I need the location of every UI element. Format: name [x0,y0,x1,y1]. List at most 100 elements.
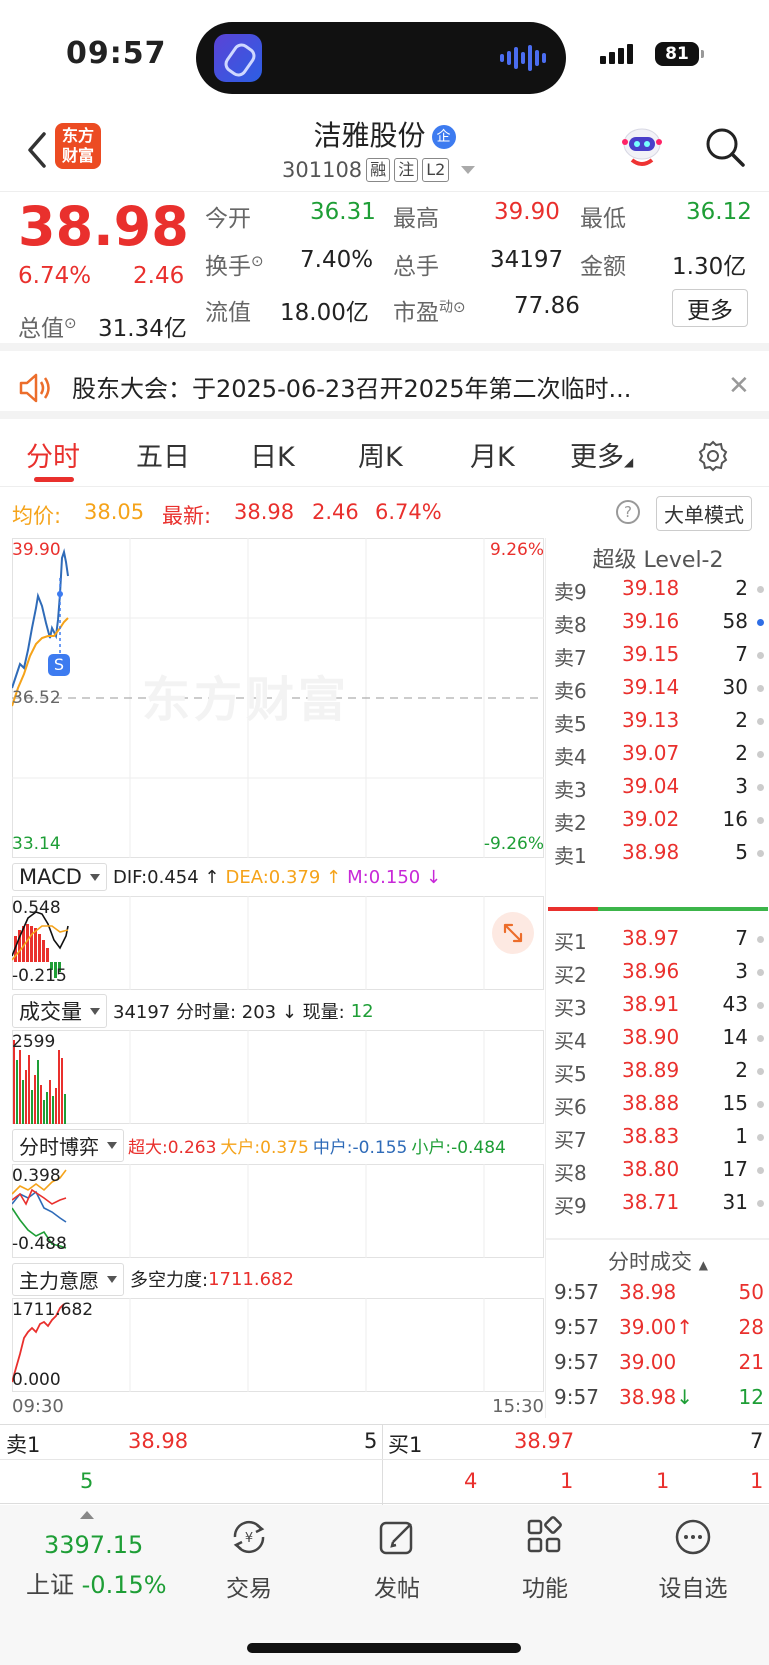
stock-header: 东方 财富 洁雅股份企 301108 融 注 L2 [0,110,769,192]
more-button[interactable]: 更多 [672,289,748,327]
tab-intraday[interactable]: 分时 [26,435,80,474]
macd-dea: DEA:0.379 ↑ [225,866,342,888]
trade-row[interactable]: 9:57 38.98 50 [554,1280,766,1314]
bid-row[interactable]: 买1 38.97 7 [554,926,766,960]
bid1-detail-4: 1 [750,1469,764,1493]
level-volume: 31 [722,1190,748,1214]
nav-trade[interactable]: ¥ 交易 [194,1515,304,1603]
nav-post[interactable]: 发帖 [342,1515,452,1603]
trade-time: 9:57 [554,1280,599,1304]
trades-title[interactable]: 分时成交 ▲ [546,1246,769,1276]
turnover-label[interactable]: 换手⊙ [205,247,264,281]
pe-label[interactable]: 市盈动⊙ [393,293,466,327]
pct-high-label: 9.26% [489,540,544,560]
tab-monthly-k[interactable]: 月K [470,435,515,474]
volume-selector[interactable]: 成交量 [12,994,107,1028]
trade-volume: 50 [738,1280,764,1304]
order-book[interactable]: 超级 Level-2 卖9 39.18 2 卖8 39.16 58 卖7 39.15 7 卖6 39… [545,538,769,1418]
ask-row[interactable]: 卖3 39.04 3 [554,774,766,808]
expand-icon[interactable] [492,912,534,954]
bid-row[interactable]: 买9 38.71 31 [554,1190,766,1224]
nav-watchlist[interactable]: 设自选 [638,1515,748,1603]
order-dot [757,936,764,943]
low-label: 最低 [580,206,626,232]
tab-weekly-k[interactable]: 周K [358,435,403,474]
stock-code-row[interactable]: 301108 融 注 L2 [282,158,476,182]
level-price: 39.13 [622,708,680,732]
settings-icon[interactable] [696,439,730,473]
robot-icon[interactable] [618,124,666,170]
trade-row[interactable]: 9:57 39.00 21 [554,1350,766,1384]
chart-tabs: 分时 五日 日K 周K 月K 更多◢ [0,425,769,487]
bid1-price: 38.97 [514,1429,575,1453]
index-ticker[interactable]: 上证 -0.15% [26,1565,167,1600]
close-icon[interactable]: ✕ [728,371,750,401]
ask-row[interactable]: 卖8 39.16 58 [554,609,766,643]
order-dot [757,685,764,692]
game-big: 大户:0.375 [220,1137,309,1158]
open-value: 36.31 [310,199,376,225]
trade-time: 9:57 [554,1385,599,1409]
volume-info: 34197 分时量: 203 ↓ 现量: [113,1002,345,1023]
level-price: 38.96 [622,959,680,983]
trade-row[interactable]: 9:57 39.00↑ 28 [554,1315,766,1349]
level-label: 买8 [554,1161,587,1185]
ask-row[interactable]: 卖4 39.07 2 [554,741,766,775]
bid-row[interactable]: 买6 38.88 15 [554,1091,766,1125]
ask-row[interactable]: 卖1 38.98 5 [554,840,766,874]
level-volume: 14 [722,1025,748,1049]
intraday-chart[interactable]: S 东方财富 39.90 9.26% 36.52 33.14 -9.26% MA… [12,538,544,1420]
level-volume: 2 [735,1058,748,1082]
chevron-up-icon[interactable] [80,1511,94,1519]
level-price: 39.14 [622,675,680,699]
tab-more[interactable]: 更多◢ [570,435,633,474]
level-label: 买4 [554,1029,587,1053]
ask-row[interactable]: 卖9 39.18 2 [554,576,766,610]
market-cap-label[interactable]: 总值⊙ [18,309,77,343]
ask-row[interactable]: 卖5 39.13 2 [554,708,766,742]
volume-header: 成交量 34197 分时量: 203 ↓ 现量: 12 [12,994,544,1028]
watchlist-icon [675,1519,711,1555]
float-label: 流值 [205,300,251,326]
bid-row[interactable]: 买5 38.89 2 [554,1058,766,1092]
level-price: 39.07 [622,741,680,765]
bid-row[interactable]: 买2 38.96 3 [554,959,766,993]
order-dot [757,1035,764,1042]
index-value[interactable]: 3397.15 [44,1531,143,1559]
level-volume: 43 [722,992,748,1016]
bid-row[interactable]: 买4 38.90 14 [554,1025,766,1059]
volume-current: 12 [350,1000,374,1022]
sell-signal-marker[interactable]: S [48,654,70,676]
tab-daily-k[interactable]: 日K [250,435,295,474]
pe-value: 77.86 [514,293,580,319]
game-selector[interactable]: 分时博弈 [12,1128,124,1162]
big-order-mode-button[interactable]: 大单模式 [656,496,752,531]
bid-row[interactable]: 买3 38.91 43 [554,992,766,1026]
quick-bid-ask: 卖1 38.98 5 5 买1 38.97 7 4 1 1 1 [0,1424,769,1505]
tab-five-day[interactable]: 五日 [136,435,190,474]
force-selector[interactable]: 主力意愿 [12,1262,124,1296]
dynamic-island[interactable] [196,22,566,94]
level-volume: 5 [735,840,748,864]
order-dot [757,586,764,593]
force-value: 1711.682 [208,1268,294,1290]
bid-row[interactable]: 买8 38.80 17 [554,1157,766,1191]
ask-row[interactable]: 卖6 39.14 30 [554,675,766,709]
macd-header: MACD DIF:0.454 ↑ DEA:0.379 ↑ M:0.150 ↓ [12,860,544,894]
latest-value: 38.98 [234,500,295,524]
ask-row[interactable]: 卖2 39.02 16 [554,807,766,841]
nav-function[interactable]: 功能 [490,1515,600,1603]
level-label: 买2 [554,963,587,987]
notice-bar[interactable]: 股东大会：于2025-06-23召开2025年第二次临时... ✕ [0,359,769,419]
level-label: 卖5 [554,712,587,736]
trade-row[interactable]: 9:57 38.98↓ 12 [554,1385,766,1419]
search-icon[interactable] [704,126,746,168]
chevron-down-icon[interactable] [461,166,476,174]
level-label: 买1 [554,930,587,954]
level-label: 买5 [554,1062,587,1086]
bid1-detail-2: 1 [560,1469,574,1493]
bid-row[interactable]: 买7 38.83 1 [554,1124,766,1158]
help-icon[interactable]: ? [616,500,640,524]
macd-selector[interactable]: MACD [12,863,107,891]
ask-row[interactable]: 卖7 39.15 7 [554,642,766,676]
